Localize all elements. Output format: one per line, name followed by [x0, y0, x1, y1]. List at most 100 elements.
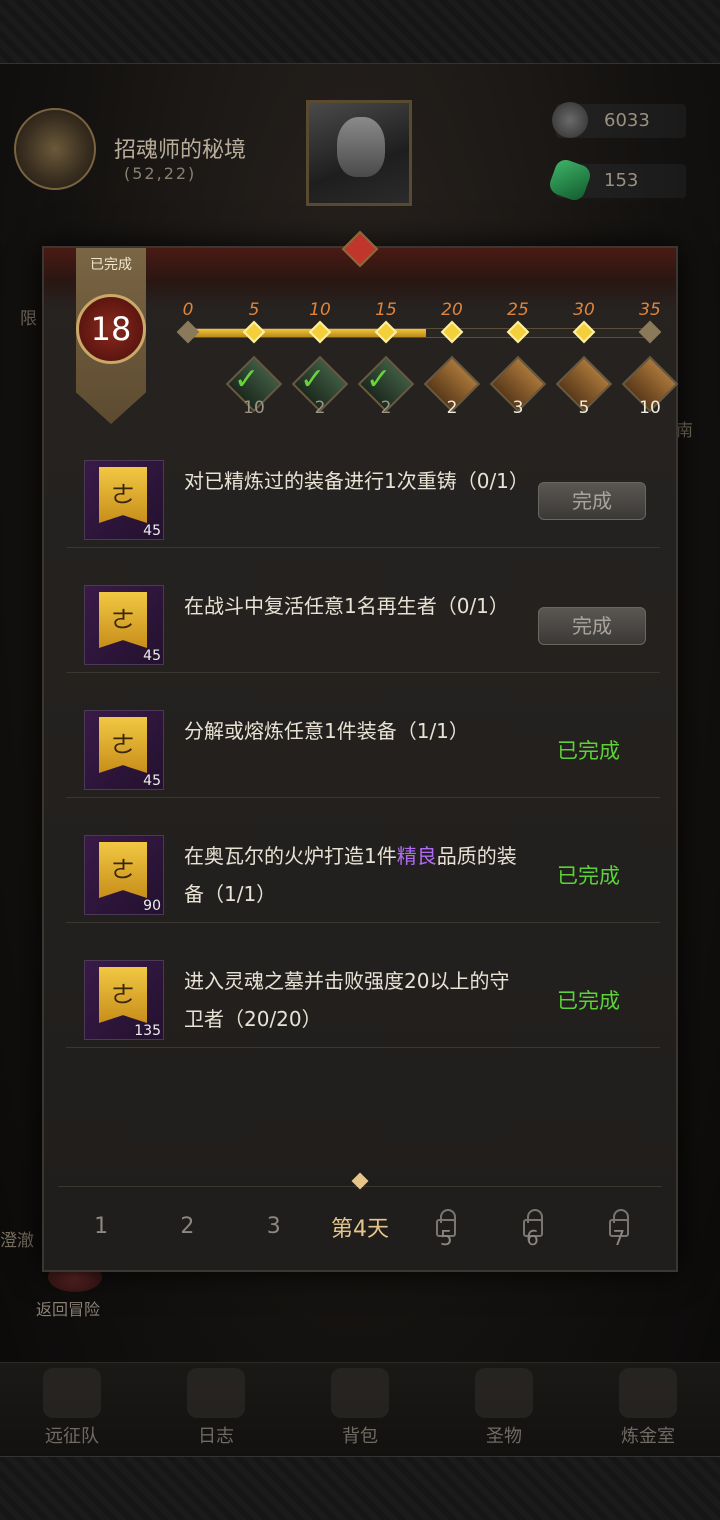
relic-icon — [475, 1368, 533, 1418]
tab-day-7[interactable]: 7 — [579, 1209, 659, 1250]
side-text-south: 南 — [676, 421, 693, 441]
task-reward-icon: ㄜ 90 — [84, 835, 164, 915]
task-description: 在奥瓦尔的火炉打造1件精良品质的装备（1/1） — [184, 837, 524, 913]
nav-helmet[interactable]: 远征队 — [12, 1368, 132, 1448]
task-description: 在战斗中复活任意1名再生者（0/1） — [184, 587, 524, 625]
reward-count: 10 — [243, 398, 265, 418]
flag-glyph-icon: ㄜ — [111, 981, 135, 1009]
score-medal: 18 — [76, 294, 146, 364]
task-text-part: 分解或熔炼任意1件装备（1/1） — [184, 719, 469, 743]
track-label: 15 — [375, 300, 397, 320]
task-row: ㄜ 45 在战斗中复活任意1名再生者（0/1） 完成 — [66, 577, 660, 673]
bottom-nav: 远征队 日志 背包 圣物 炼金室 — [0, 1362, 720, 1458]
track-label: 35 — [639, 300, 661, 320]
tab-label: 5 — [439, 1226, 453, 1250]
tab-day-1[interactable]: 1 — [61, 1214, 141, 1239]
completed-status: 已完成 — [557, 739, 620, 763]
track-node — [638, 320, 662, 344]
track-node — [176, 320, 200, 344]
gem-resource: 153 — [546, 156, 686, 204]
stone-icon — [552, 102, 588, 138]
tab-day-4[interactable]: 第4天 — [320, 1211, 400, 1243]
track-label: 5 — [248, 300, 260, 320]
task-description: 对已精炼过的装备进行1次重铸（0/1） — [184, 462, 529, 500]
track-node — [572, 320, 596, 344]
task-row: ㄜ 45 分解或熔炼任意1件装备（1/1） 已完成 — [66, 702, 660, 798]
check-icon: ✓ — [366, 362, 392, 397]
portrait-face-icon — [337, 117, 385, 177]
track-label: 20 — [441, 300, 463, 320]
nav-label: 炼金室 — [621, 1426, 675, 1447]
zone-name: 招魂师的秘境 — [114, 138, 247, 163]
side-text-limit: 限 — [20, 309, 37, 329]
reward-chest-4[interactable]: 2 — [423, 355, 481, 418]
tab-day-6[interactable]: 6 — [493, 1209, 573, 1250]
flag-glyph-icon: ㄜ — [111, 606, 135, 634]
task-row: ㄜ 45 对已精炼过的装备进行1次重铸（0/1） 完成 — [66, 452, 660, 548]
alchemy-icon — [619, 1368, 677, 1418]
task-text-part: 对已精炼过的装备进行1次重铸（0/1） — [184, 469, 529, 493]
reward-count: 10 — [639, 398, 661, 418]
flag-glyph-icon: ㄜ — [111, 856, 135, 884]
task-points: 135 — [134, 1023, 161, 1039]
tab-day-5[interactable]: 5 — [406, 1209, 486, 1250]
complete-button[interactable]: 完成 — [538, 607, 646, 645]
task-points: 45 — [143, 523, 161, 539]
track-label: 0 — [182, 300, 194, 320]
complete-button[interactable]: 完成 — [538, 482, 646, 520]
reward-count: 3 — [512, 398, 524, 418]
reward-chest-2[interactable]: ✓ 2 — [291, 355, 349, 418]
nav-label: 圣物 — [486, 1426, 522, 1447]
tab-label: 第4天 — [330, 1216, 389, 1242]
zone-coords: (52,22) — [124, 164, 197, 183]
hero-portrait[interactable] — [306, 100, 412, 206]
tab-label: 2 — [180, 1214, 195, 1239]
reward-count: 2 — [314, 398, 326, 418]
nav-label: 背包 — [342, 1426, 378, 1447]
daily-quest-modal: 已完成 18 0 5 10 15 20 25 30 35 ✓ 10 ✓ 2 ✓ 2 2 3 5 10 ㄜ 45 对已… — [42, 230, 679, 1272]
task-text-highlight: 精良 — [396, 844, 437, 868]
reward-count: 5 — [578, 398, 590, 418]
tab-label: 7 — [612, 1226, 626, 1250]
track-node — [506, 320, 530, 344]
track-node — [440, 320, 464, 344]
reward-chest-1[interactable]: ✓ 10 — [225, 355, 283, 418]
zone-emblem-icon[interactable] — [14, 108, 96, 190]
reward-chest-5[interactable]: 3 — [489, 355, 547, 418]
banner-label: 已完成 — [90, 257, 132, 273]
task-points: 45 — [143, 648, 161, 664]
task-reward-icon: ㄜ 45 — [84, 710, 164, 790]
flag-glyph-icon: ㄜ — [111, 731, 135, 759]
check-icon: ✓ — [300, 362, 326, 397]
track-label: 10 — [309, 300, 331, 320]
nav-alchemy[interactable]: 炼金室 — [588, 1368, 708, 1448]
reward-chest-7[interactable]: 10 — [621, 355, 679, 418]
track-node — [374, 320, 398, 344]
task-points: 45 — [143, 773, 161, 789]
nav-bag[interactable]: 背包 — [300, 1368, 420, 1448]
top-frame-border — [0, 0, 720, 64]
stone-resource: 6033 — [552, 102, 686, 138]
nav-journal[interactable]: 日志 — [156, 1368, 276, 1448]
reward-chest-3[interactable]: ✓ 2 — [357, 355, 415, 418]
task-row: ㄜ 90 在奥瓦尔的火炉打造1件精良品质的装备（1/1） 已完成 — [66, 827, 660, 923]
tab-day-2[interactable]: 2 — [147, 1214, 227, 1239]
tab-day-3[interactable]: 3 — [234, 1214, 314, 1239]
tab-label: 3 — [266, 1214, 281, 1239]
track-labels: 0 5 10 15 20 25 30 35 — [168, 300, 668, 324]
return-adventure-label[interactable]: 返回冒险 — [36, 1296, 100, 1320]
task-reward-icon: ㄜ 135 — [84, 960, 164, 1040]
reward-chest-6[interactable]: 5 — [555, 355, 613, 418]
nav-relic[interactable]: 圣物 — [444, 1368, 564, 1448]
completed-status: 已完成 — [557, 864, 620, 888]
reward-count: 2 — [446, 398, 458, 418]
task-reward-icon: ㄜ 45 — [84, 585, 164, 665]
task-row: ㄜ 135 进入灵魂之墓并击败强度20以上的守卫者（20/20） 已完成 — [66, 952, 660, 1048]
bottom-frame-border — [0, 1456, 720, 1520]
task-description: 进入灵魂之墓并击败强度20以上的守卫者（20/20） — [184, 962, 524, 1038]
gem-value: 153 — [604, 170, 639, 191]
journal-icon — [187, 1368, 245, 1418]
task-reward-icon: ㄜ 45 — [84, 460, 164, 540]
track-node — [242, 320, 266, 344]
bag-icon — [331, 1368, 389, 1418]
